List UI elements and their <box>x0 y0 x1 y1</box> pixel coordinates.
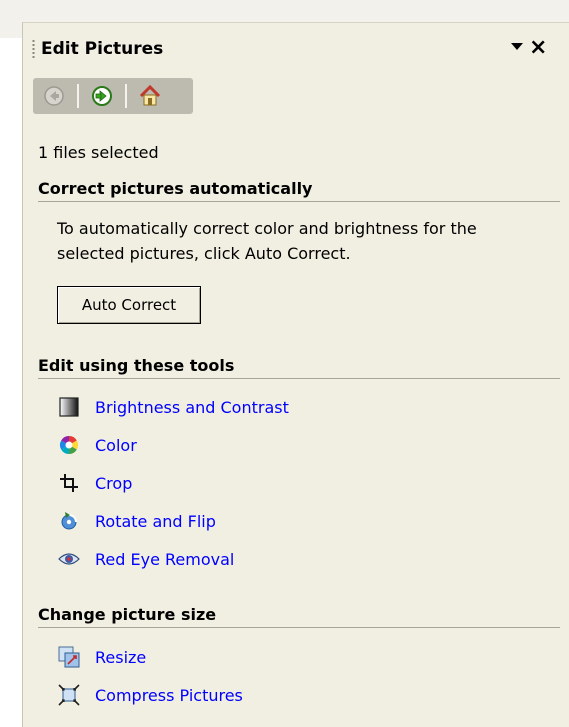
toolbar-separator <box>77 84 79 108</box>
edit-pictures-task-pane: Edit Pictures × 1 files selected Correct… <box>22 22 569 727</box>
tool-label: Brightness and Contrast <box>95 397 289 417</box>
tool-label: Rotate and Flip <box>95 511 216 531</box>
back-arrow-icon[interactable] <box>39 81 69 111</box>
close-pane-button[interactable]: × <box>529 34 547 62</box>
tool-label: Crop <box>95 473 133 493</box>
pane-title-bar: Edit Pictures × <box>23 23 569 73</box>
section-header-picture-size: Change picture size <box>38 605 560 628</box>
tool-link-crop[interactable]: Crop <box>57 469 132 497</box>
size-link-resize[interactable]: Resize <box>57 643 146 671</box>
size-link-compress-pictures[interactable]: Compress Pictures <box>57 681 243 709</box>
selection-status: 1 files selected <box>38 143 159 162</box>
auto-correct-button[interactable]: Auto Correct <box>57 286 201 324</box>
navigation-toolbar <box>33 78 193 114</box>
section-header-edit-tools: Edit using these tools <box>38 356 560 379</box>
crop-icon <box>57 471 81 495</box>
tool-link-brightness-contrast[interactable]: Brightness and Contrast <box>57 393 289 421</box>
compress-pictures-icon <box>57 683 81 707</box>
auto-correct-description-line1: To automatically correct color and brigh… <box>57 219 477 238</box>
section-header-auto-correct: Correct pictures automatically <box>38 179 560 202</box>
pane-menu-dropdown-icon[interactable] <box>511 43 523 50</box>
rotate-flip-icon <box>57 509 81 533</box>
home-icon[interactable] <box>135 81 165 111</box>
forward-arrow-icon[interactable] <box>87 81 117 111</box>
tool-link-rotate-flip[interactable]: Rotate and Flip <box>57 507 216 535</box>
color-wheel-icon <box>57 433 81 457</box>
red-eye-icon <box>57 547 81 571</box>
brightness-contrast-icon <box>57 395 81 419</box>
tool-label: Color <box>95 435 137 455</box>
auto-correct-description-line2: selected pictures, click Auto Correct. <box>57 244 351 263</box>
pane-title: Edit Pictures <box>41 39 164 59</box>
resize-icon <box>57 645 81 669</box>
tool-link-color[interactable]: Color <box>57 431 137 459</box>
tool-label: Red Eye Removal <box>95 549 235 569</box>
size-label: Compress Pictures <box>95 685 243 705</box>
drag-grip-icon[interactable] <box>32 39 35 59</box>
tool-link-red-eye-removal[interactable]: Red Eye Removal <box>57 545 234 573</box>
toolbar-separator <box>125 84 127 108</box>
size-label: Resize <box>95 647 147 667</box>
